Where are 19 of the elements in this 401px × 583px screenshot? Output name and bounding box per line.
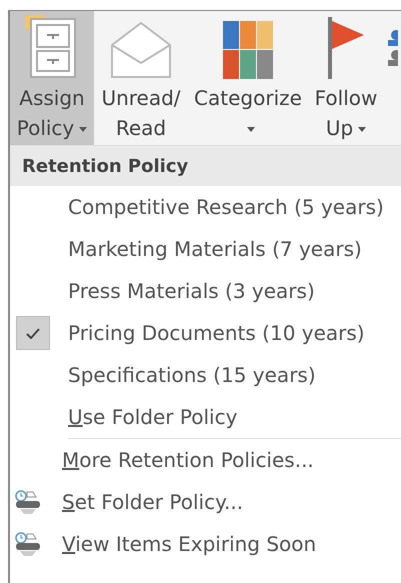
menu-item[interactable]: Set Folder Policy... xyxy=(62,487,244,517)
ribbon-button[interactable]: Assign Policy xyxy=(10,11,94,145)
menu-item[interactable]: Marketing Materials (7 years) xyxy=(68,234,362,264)
menu-item[interactable]: Press Materials (3 years) xyxy=(68,276,315,306)
menu-item[interactable]: More Retention Policies... xyxy=(62,445,314,475)
envelope-icon xyxy=(110,21,172,79)
menu-item[interactable]: Competitive Research (5 years) xyxy=(68,192,384,222)
dropdown-arrow-icon xyxy=(358,127,366,132)
color-grid-icon xyxy=(223,21,273,79)
dropdown-arrow-icon xyxy=(246,127,254,132)
people-icon xyxy=(388,29,398,69)
flag-icon xyxy=(326,17,366,79)
dropdown-arrow-icon xyxy=(79,127,88,132)
checkmark-icon xyxy=(26,328,40,338)
menu-item[interactable]: Pricing Documents (10 years) xyxy=(68,318,365,348)
menu-header: Retention Policy xyxy=(10,146,401,186)
menu-item[interactable]: Specifications (15 years) xyxy=(68,360,316,390)
menu-item[interactable]: Use Folder Policy xyxy=(68,402,238,432)
menu-item[interactable]: View Items Expiring Soon xyxy=(62,529,316,559)
